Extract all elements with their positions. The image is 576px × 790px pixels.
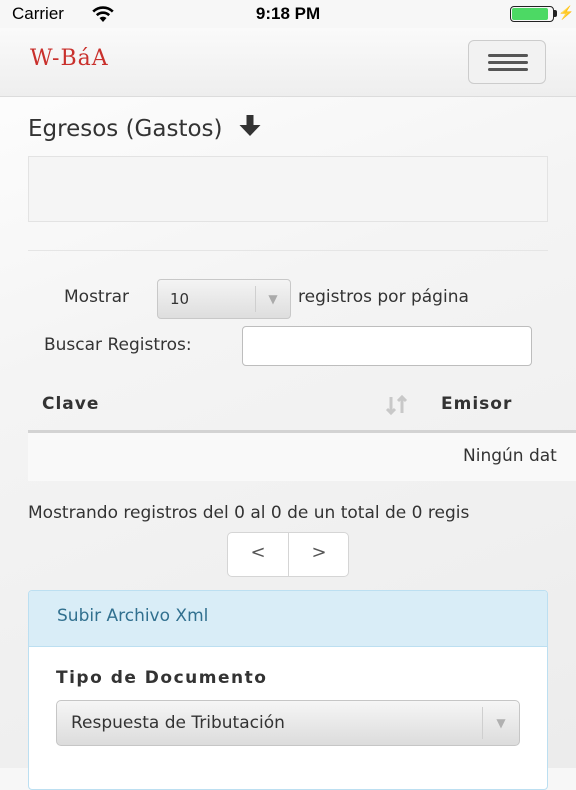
column-header-clave[interactable]: Clave <box>42 394 99 414</box>
chevron-down-icon: ▼ <box>482 707 519 739</box>
charging-icon: ⚡ <box>558 5 575 20</box>
search-label: Buscar Registros: <box>44 335 192 355</box>
column-header-emisor[interactable]: Emisor <box>441 394 512 414</box>
document-type-select[interactable]: Respuesta de Tributación ▼ <box>56 700 520 746</box>
search-input[interactable] <box>242 326 532 366</box>
sort-icon[interactable] <box>384 394 410 416</box>
brand-logo[interactable]: W-BáA <box>30 46 109 71</box>
divider <box>28 250 548 251</box>
upload-panel-title: Subir Archivo Xml <box>57 606 209 626</box>
arrow-down-icon <box>239 115 261 136</box>
table-info: Mostrando registros del 0 al 0 de un tot… <box>28 503 470 523</box>
document-type-value: Respuesta de Tributación <box>71 713 285 733</box>
chevron-down-icon: ▼ <box>255 286 290 312</box>
page-length-value: 10 <box>170 290 190 308</box>
empty-well <box>28 156 548 222</box>
next-page-button[interactable]: > <box>289 533 349 576</box>
length-label: Mostrar <box>64 287 129 307</box>
pagination: < > <box>227 532 349 577</box>
hamburger-menu-icon[interactable] <box>468 40 546 84</box>
previous-page-button[interactable]: < <box>228 533 289 576</box>
empty-table-message: Ningún dat <box>463 446 557 466</box>
page-title-text: Egresos (Gastos) <box>28 116 223 142</box>
document-type-label: Tipo de Documento <box>56 668 268 688</box>
navbar: W-BáA <box>0 28 576 97</box>
clock: 9:18 PM <box>255 4 321 23</box>
status-bar: Carrier 9:18 PM ⚡ <box>0 0 576 28</box>
page-title: Egresos (Gastos) <box>28 114 262 142</box>
length-suffix: registros por página <box>298 287 469 307</box>
upload-panel-heading: Subir Archivo Xml <box>29 591 547 647</box>
battery-icon: ⚡ <box>510 5 574 22</box>
upload-panel: Subir Archivo Xml <box>28 590 548 790</box>
page-length-select[interactable]: 10 ▼ <box>157 279 291 319</box>
battery-level <box>512 8 548 20</box>
